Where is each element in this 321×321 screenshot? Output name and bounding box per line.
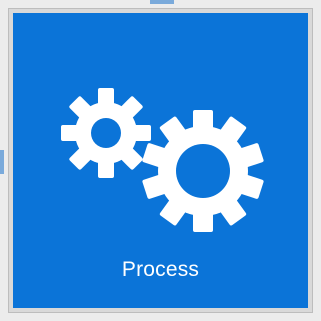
- small-gear-icon: [61, 88, 151, 178]
- process-tile[interactable]: Process: [8, 8, 313, 313]
- tile-frame: Process: [0, 0, 321, 321]
- large-gear-icon: [142, 110, 264, 232]
- adjacent-tile-edge-top: [150, 0, 174, 4]
- tile-label: Process: [121, 258, 200, 281]
- adjacent-tile-edge-left: [0, 150, 4, 174]
